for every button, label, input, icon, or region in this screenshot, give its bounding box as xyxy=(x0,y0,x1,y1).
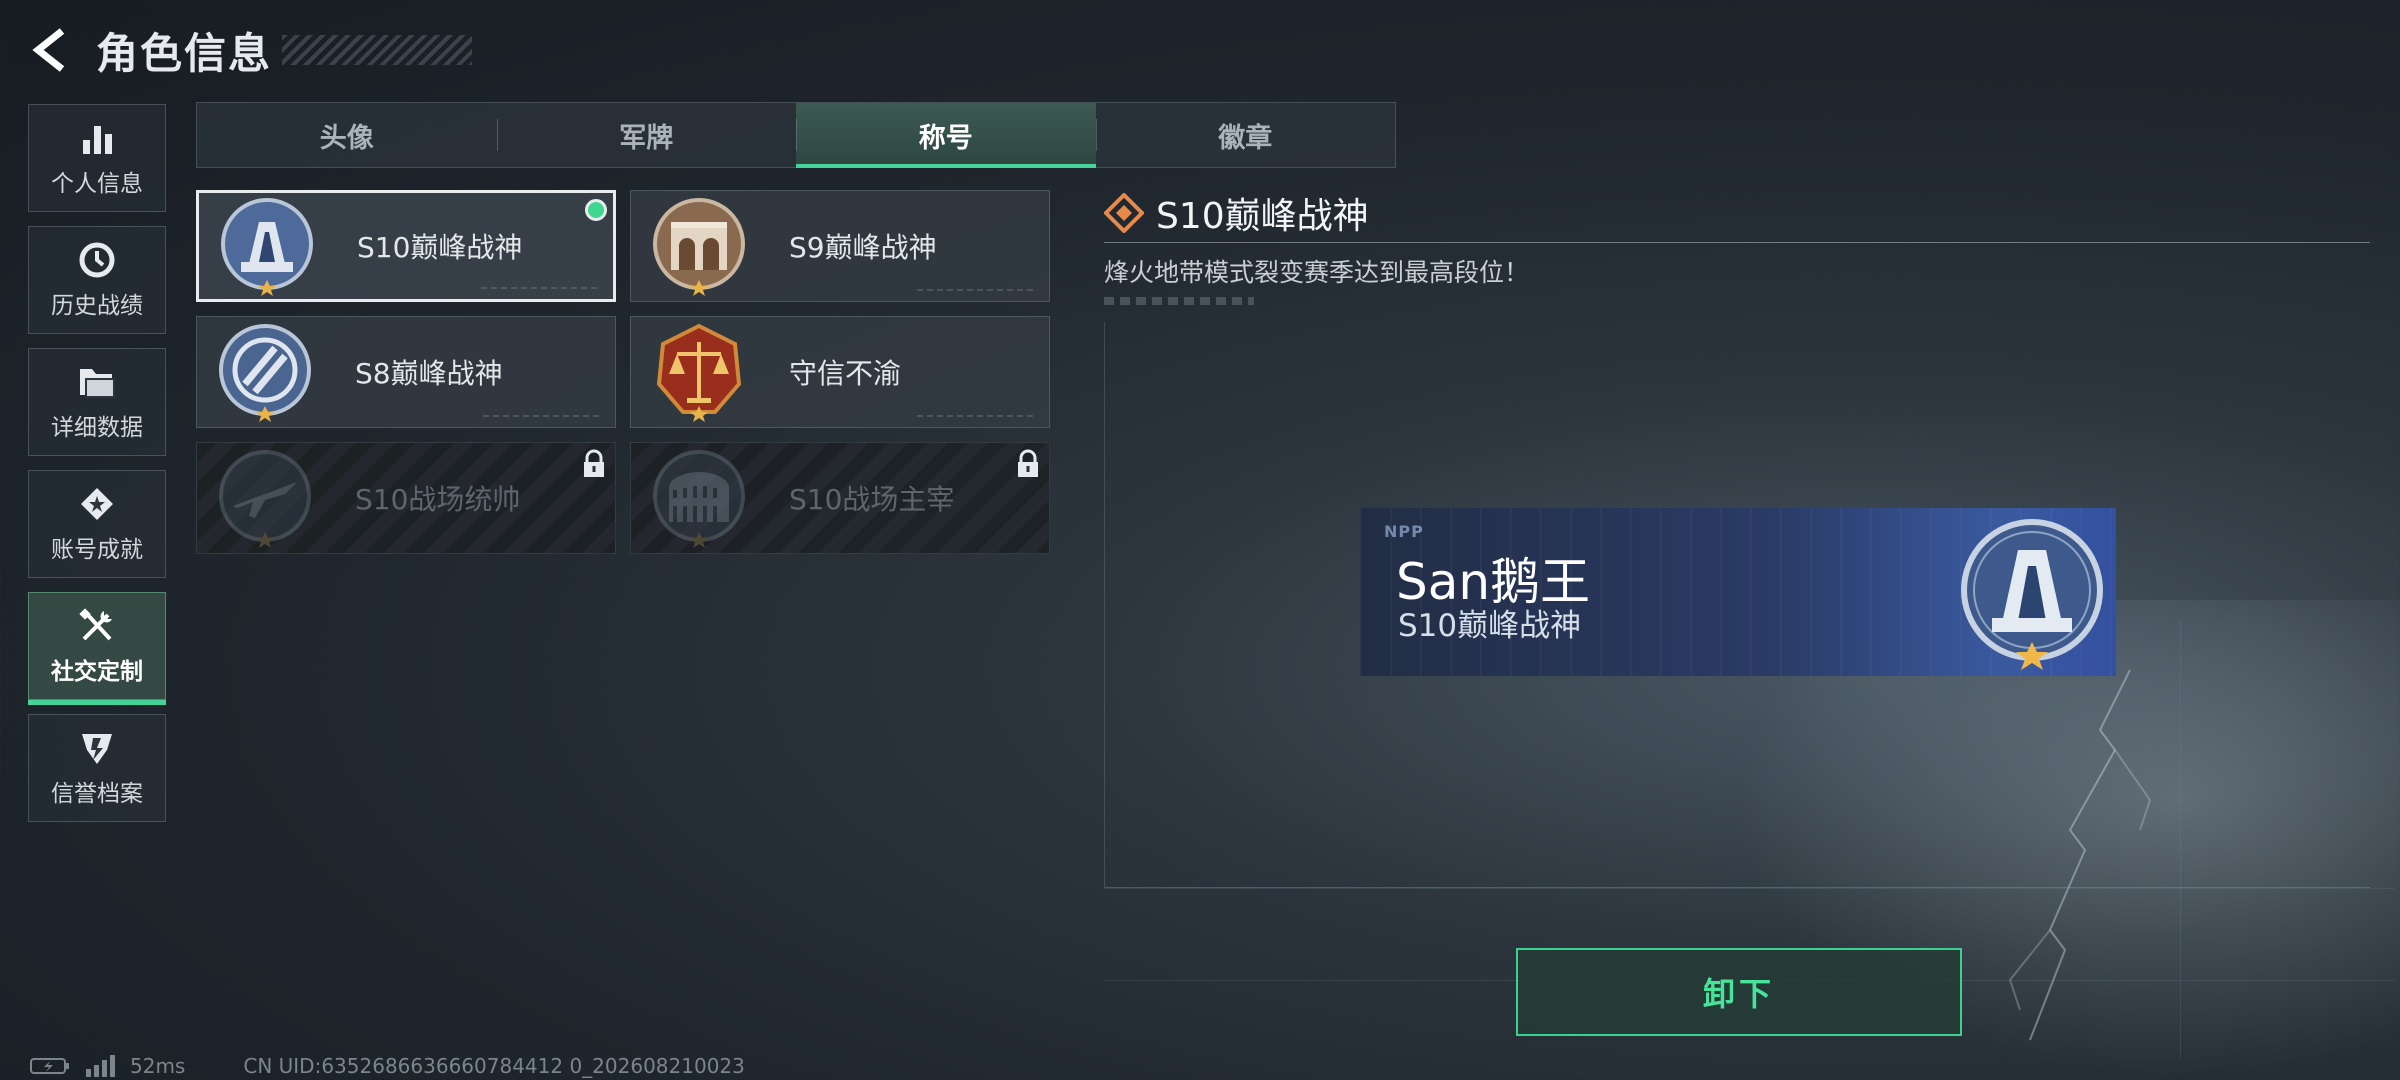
sidebar-item-personal-info[interactable]: 个人信息 xyxy=(28,104,166,212)
divider xyxy=(1104,242,2370,243)
title-card-keep-faith[interactable]: 守信不渝 xyxy=(630,316,1050,428)
chevron-left-icon xyxy=(32,28,65,72)
uid-text: CN UID:6352686636660784412 0_20260821002… xyxy=(243,1054,745,1078)
card-decoration xyxy=(917,415,1037,417)
sidebar-item-label: 历史战绩 xyxy=(51,293,143,319)
detail-decoration xyxy=(1104,297,1254,305)
clock-icon xyxy=(77,240,117,280)
battery-icon xyxy=(30,1058,69,1074)
sidebar-item-label: 信誉档案 xyxy=(51,781,143,807)
folder-icon xyxy=(77,362,117,402)
nameplate-logo: NPP xyxy=(1384,522,1424,541)
colosseum-badge-icon xyxy=(653,450,745,548)
sidebar-item-label: 社交定制 xyxy=(51,659,143,685)
aircraft-badge-icon xyxy=(219,450,311,548)
title-grid: S10巅峰战神 S9巅峰战神 S8巅峰战神 守信不渝 S10战场统帅 S10战场… xyxy=(196,190,1050,554)
sidebar-item-credit-record[interactable]: 信誉档案 xyxy=(28,714,166,822)
nameplate-title: S10巅峰战神 xyxy=(1398,608,1582,644)
title-card-s10-peak[interactable]: S10巅峰战神 xyxy=(196,190,616,302)
sidebar-item-history[interactable]: 历史战绩 xyxy=(28,226,166,334)
achievement-icon xyxy=(77,484,117,524)
title-card-s8-peak[interactable]: S8巅峰战神 xyxy=(196,316,616,428)
title-card-s10-dominator[interactable]: S10战场主宰 xyxy=(630,442,1050,554)
sidebar-item-social-custom[interactable]: 社交定制 xyxy=(28,592,166,705)
lock-icon xyxy=(584,449,604,477)
s10-peak-badge-icon xyxy=(1961,519,2103,670)
lock-icon xyxy=(1018,449,1038,477)
detail-header: S10巅峰战神 xyxy=(1104,190,2370,237)
sidebar-item-detailed-data[interactable]: 详细数据 xyxy=(28,348,166,456)
sidebar: 个人信息 历史战绩 详细数据 账号成就 社交定制 信誉档案 xyxy=(28,104,166,836)
tools-icon xyxy=(77,606,117,646)
header: 角色信息 xyxy=(28,22,473,78)
page-title: 角色信息 xyxy=(96,28,273,78)
unequip-label: 卸下 xyxy=(1702,975,1775,1013)
diamond-emblem-icon xyxy=(1104,193,1144,233)
nameplate-preview: NPP San鹅王 S10巅峰战神 xyxy=(1360,508,2116,676)
title-card-s10-commander[interactable]: S10战场统帅 xyxy=(196,442,616,554)
detail-title: S10巅峰战神 xyxy=(1156,196,1369,237)
ping-value: 52ms xyxy=(130,1054,186,1078)
title-detail: S10巅峰战神 烽火地带模式裂变赛季达到最高段位！ xyxy=(1104,190,2370,305)
sidebar-item-achievements[interactable]: 账号成就 xyxy=(28,470,166,578)
title-decoration xyxy=(282,35,473,65)
tab-title[interactable]: 称号 xyxy=(796,103,1096,168)
status-bar: 52ms CN UID:6352686636660784412 0_202608… xyxy=(30,1054,745,1078)
sidebar-item-label: 账号成就 xyxy=(51,537,143,563)
detail-description: 烽火地带模式裂变赛季达到最高段位！ xyxy=(1104,258,1530,287)
tab-dog-tag[interactable]: 军牌 xyxy=(496,103,797,167)
tab-avatar[interactable]: 头像 xyxy=(197,103,497,167)
tab-emblem[interactable]: 徽章 xyxy=(1095,103,1396,167)
s10-peak-badge-icon xyxy=(221,198,313,296)
equipped-indicator xyxy=(585,199,607,221)
shield-badge-icon xyxy=(77,728,117,768)
title-name: S10战场主宰 xyxy=(789,483,955,516)
title-card-s9-peak[interactable]: S9巅峰战神 xyxy=(630,190,1050,302)
back-button[interactable] xyxy=(28,24,72,76)
sidebar-item-label: 个人信息 xyxy=(51,171,143,197)
card-decoration xyxy=(917,289,1037,291)
signal-icon xyxy=(86,1055,115,1077)
card-decoration xyxy=(483,415,603,417)
category-tabs: 头像 军牌 称号 徽章 xyxy=(196,102,1396,168)
scales-badge-icon xyxy=(656,323,742,422)
sidebar-item-label: 详细数据 xyxy=(51,415,143,441)
grid-line xyxy=(1104,888,2394,889)
s9-peak-badge-icon xyxy=(653,198,745,296)
bar-chart-icon xyxy=(77,118,117,158)
title-name: S10巅峰战神 xyxy=(357,231,523,264)
unequip-button[interactable]: 卸下 xyxy=(1516,948,1962,1036)
card-decoration xyxy=(481,287,601,289)
title-name: 守信不渝 xyxy=(789,357,902,390)
title-name: S9巅峰战神 xyxy=(789,231,937,264)
s8-peak-badge-icon xyxy=(219,324,311,422)
title-name: S10战场统帅 xyxy=(355,483,521,516)
title-name: S8巅峰战神 xyxy=(355,357,503,390)
